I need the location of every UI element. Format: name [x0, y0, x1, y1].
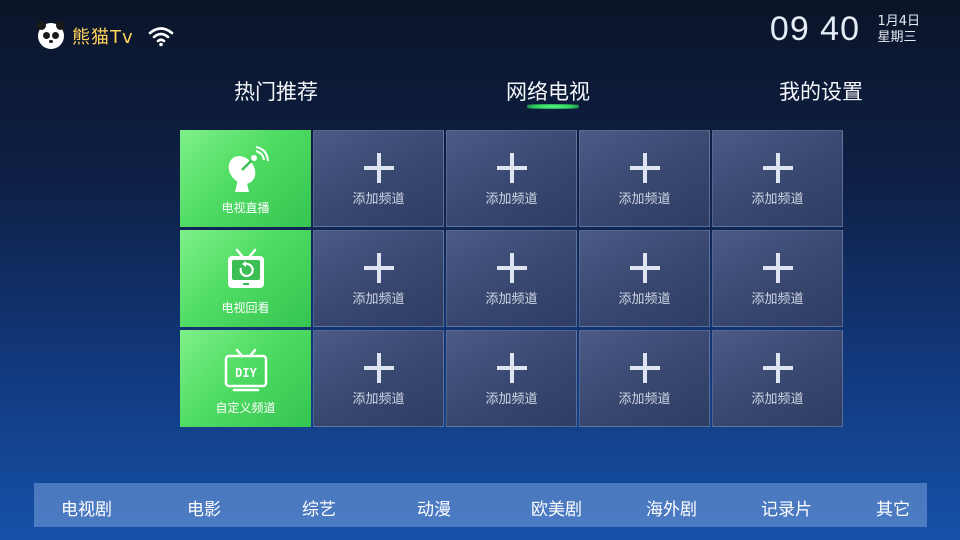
plus-icon — [363, 253, 394, 283]
add-channel-label: 添加频道 — [352, 292, 405, 307]
add-channel-tile[interactable]: 添加频道 — [313, 130, 444, 227]
tab-hot-recommend[interactable]: 热门推荐 — [234, 76, 318, 106]
plus-icon — [762, 253, 793, 283]
plus-icon — [629, 353, 660, 383]
category-anime[interactable]: 动漫 — [417, 495, 451, 520]
add-channel-label: 添加频道 — [352, 392, 405, 407]
channel-grid: 电视直播 添加频道 添加频道 添加频道 添加频道 电视回看 添加频道 添加频道 … — [180, 130, 844, 427]
weekday-text: 星期三 — [877, 30, 917, 45]
tile-label: 自定义频道 — [215, 401, 276, 415]
plus-icon — [762, 153, 793, 183]
category-tv-series[interactable]: 电视剧 — [61, 495, 112, 520]
plus-icon — [762, 353, 793, 383]
category-overseas-series[interactable]: 海外剧 — [646, 495, 697, 520]
tile-label: 电视回看 — [221, 301, 270, 315]
plus-icon — [363, 153, 394, 183]
category-movie[interactable]: 电影 — [187, 495, 221, 520]
add-channel-tile[interactable]: 添加频道 — [712, 230, 843, 327]
satellite-dish-icon — [228, 146, 269, 192]
plus-icon — [496, 253, 527, 283]
category-variety[interactable]: 综艺 — [302, 495, 336, 520]
plus-icon — [629, 153, 660, 183]
date-display: 1月4日 星期三 — [877, 14, 920, 46]
panda-logo-icon — [37, 21, 65, 49]
tile-tv-replay[interactable]: 电视回看 — [180, 230, 311, 327]
add-channel-label: 添加频道 — [618, 292, 671, 307]
add-channel-label: 添加频道 — [485, 292, 538, 307]
add-channel-tile[interactable]: 添加频道 — [446, 330, 577, 427]
add-channel-label: 添加频道 — [751, 192, 804, 207]
brand: 熊猫Tv — [37, 21, 174, 50]
tab-network-tv[interactable]: 网络电视 — [506, 76, 590, 106]
diy-icon-text: DIY — [235, 366, 257, 380]
add-channel-label: 添加频道 — [751, 392, 804, 407]
plus-icon — [363, 353, 394, 383]
wifi-icon — [148, 27, 173, 47]
add-channel-tile[interactable]: 添加频道 — [579, 330, 710, 427]
plus-icon — [496, 153, 527, 183]
tab-my-settings[interactable]: 我的设置 — [779, 76, 863, 106]
clock-time: 09 40 — [769, 10, 860, 48]
add-channel-tile[interactable]: 添加频道 — [579, 230, 710, 327]
tile-custom-channel[interactable]: DIY 自定义频道 — [180, 330, 311, 427]
tv-replay-icon — [227, 248, 264, 288]
add-channel-tile[interactable]: 添加频道 — [446, 130, 577, 227]
tab-selected-indicator — [527, 104, 579, 109]
category-western-series[interactable]: 欧美剧 — [531, 495, 582, 520]
add-channel-tile[interactable]: 添加频道 — [446, 230, 577, 327]
add-channel-tile[interactable]: 添加频道 — [712, 130, 843, 227]
add-channel-label: 添加频道 — [485, 392, 538, 407]
tile-live-tv[interactable]: 电视直播 — [180, 130, 311, 227]
category-bar: 电视剧 电影 综艺 动漫 欧美剧 海外剧 记录片 其它 — [34, 483, 927, 527]
add-channel-label: 添加频道 — [751, 292, 804, 307]
add-channel-label: 添加频道 — [485, 192, 538, 207]
date-text: 1月4日 — [877, 14, 920, 29]
diy-tv-icon: DIY — [224, 348, 267, 392]
add-channel-tile[interactable]: 添加频道 — [579, 130, 710, 227]
add-channel-tile[interactable]: 添加频道 — [313, 330, 444, 427]
add-channel-label: 添加频道 — [618, 392, 671, 407]
add-channel-tile[interactable]: 添加频道 — [712, 330, 843, 427]
category-documentary[interactable]: 记录片 — [761, 495, 812, 520]
plus-icon — [496, 353, 527, 383]
category-other[interactable]: 其它 — [876, 495, 910, 520]
brand-name: 熊猫Tv — [72, 27, 134, 48]
add-channel-tile[interactable]: 添加频道 — [313, 230, 444, 327]
add-channel-label: 添加频道 — [618, 192, 671, 207]
add-channel-label: 添加频道 — [352, 192, 405, 207]
plus-icon — [629, 253, 660, 283]
tile-label: 电视直播 — [221, 201, 270, 215]
